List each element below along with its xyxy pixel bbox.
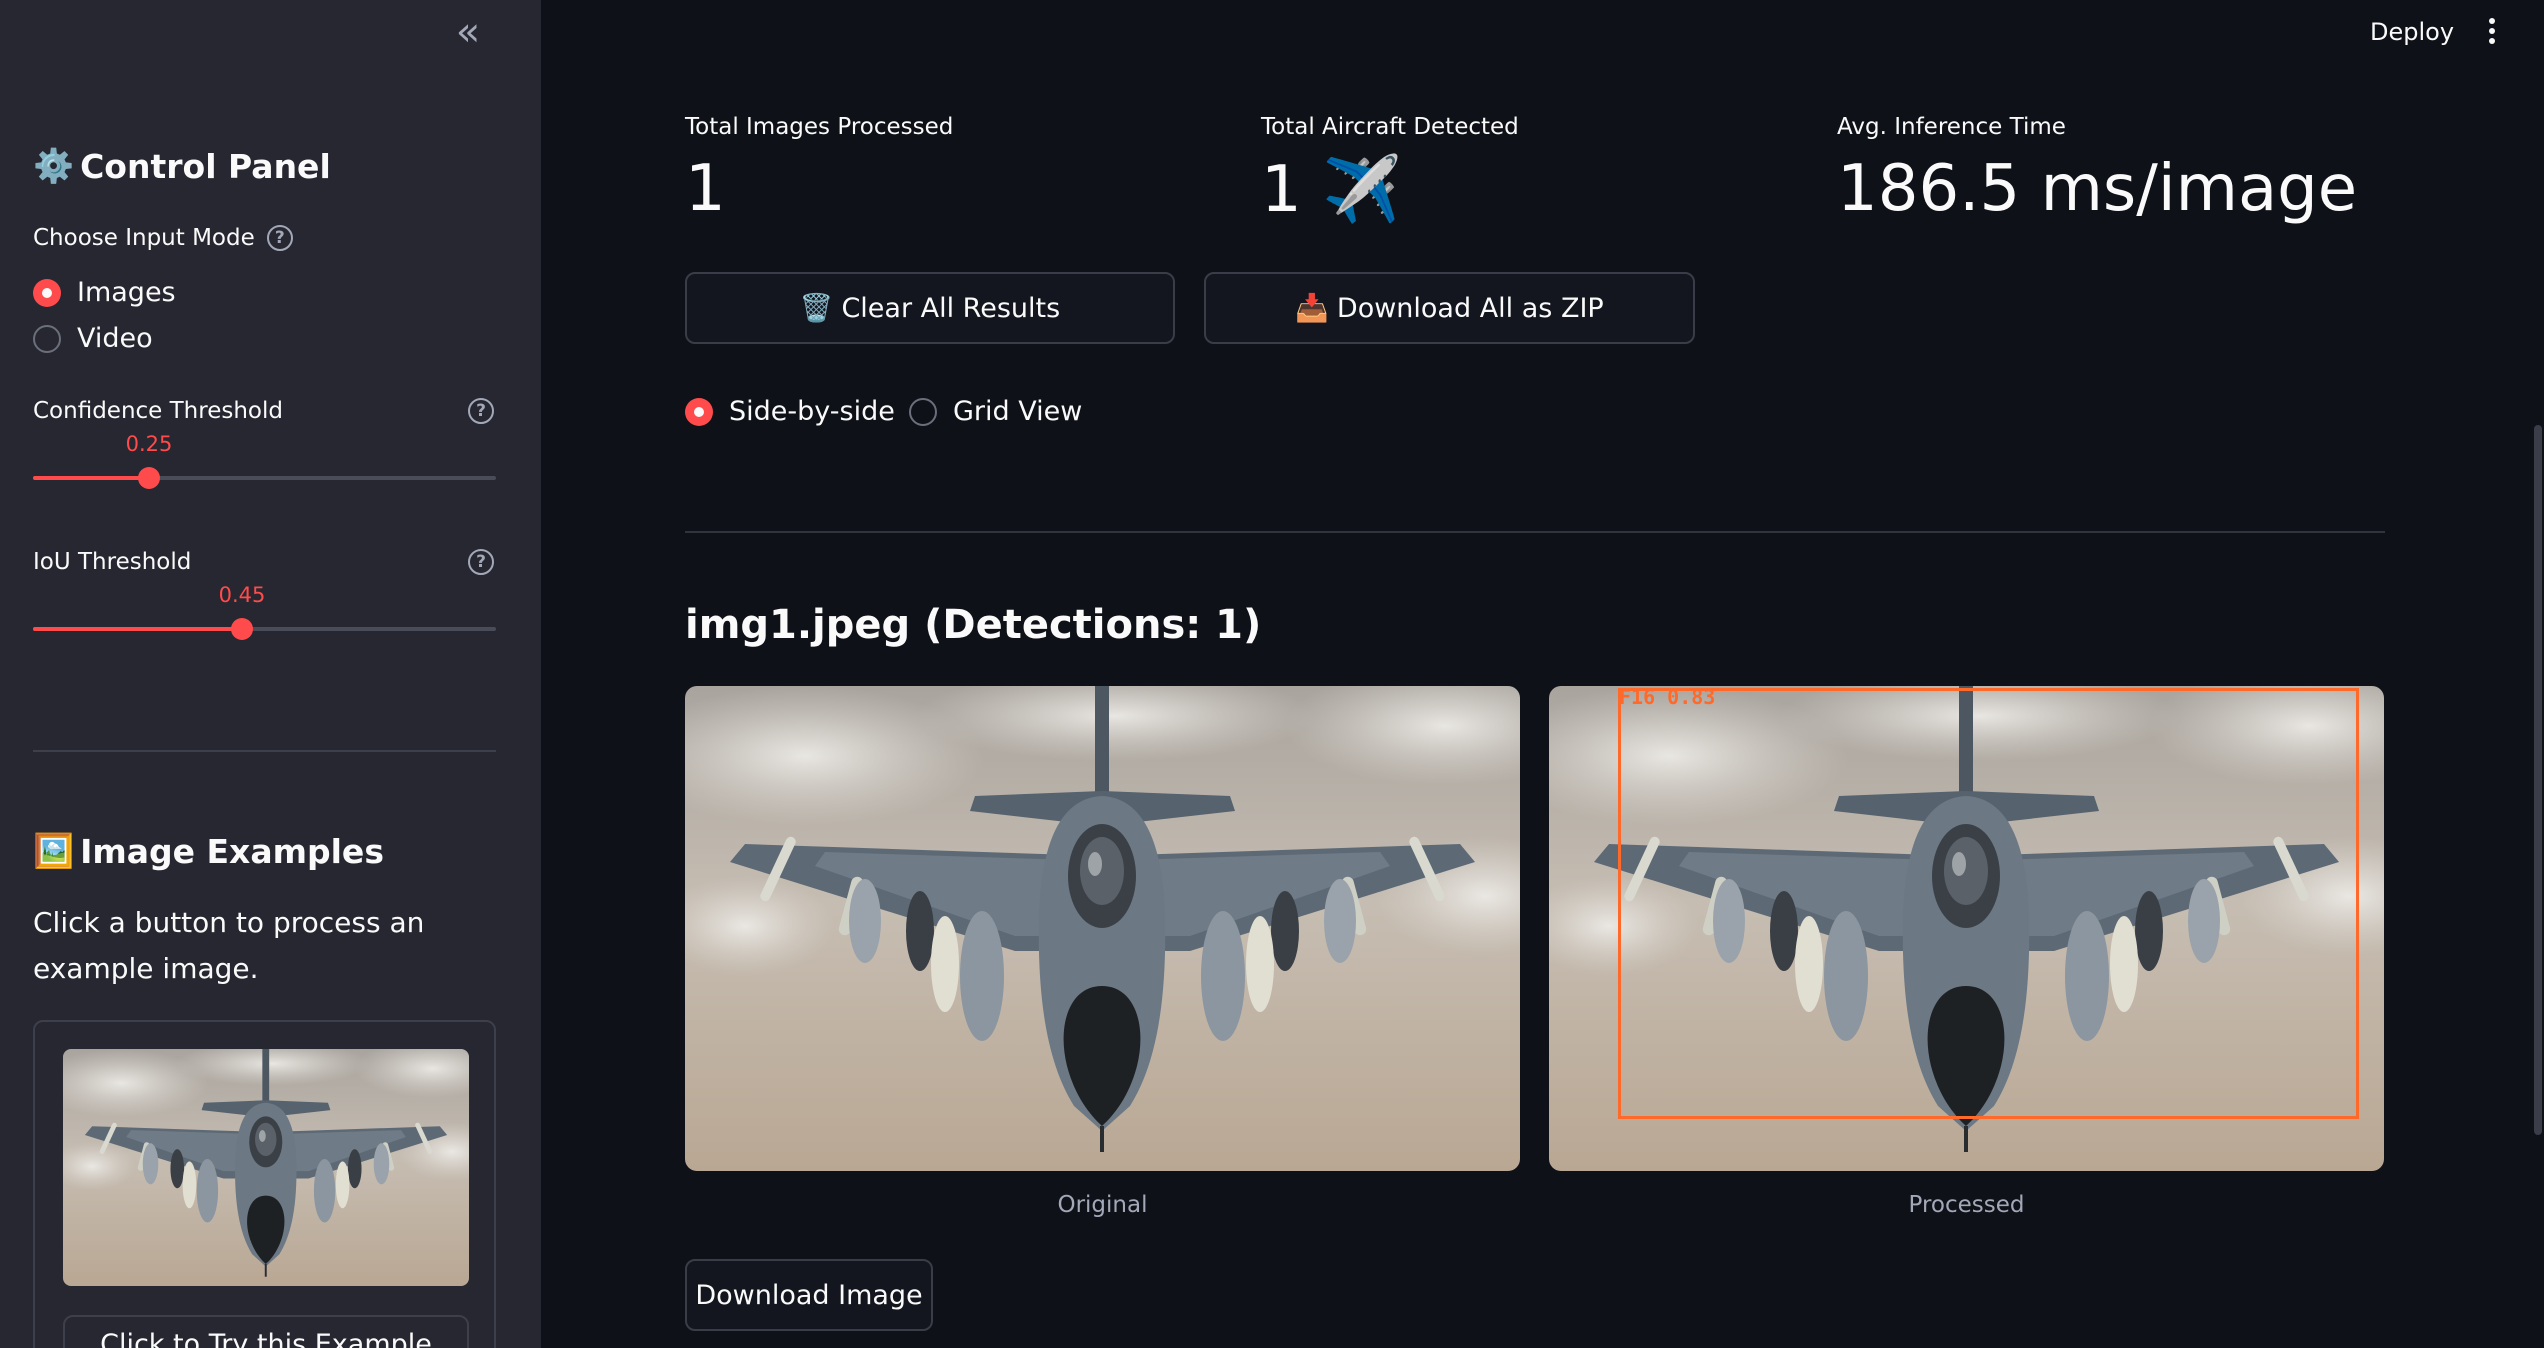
slider-thumb[interactable] <box>231 618 253 640</box>
radio-selected-icon[interactable] <box>685 397 713 426</box>
examples-description: Click a button to process an example ima… <box>33 906 425 985</box>
original-caption: Original <box>1057 1192 1148 1218</box>
detection-box <box>1618 688 2359 1119</box>
iou-label-row: IoU Threshold <box>33 549 191 575</box>
example-card: Click to Try this Example <box>33 1020 496 1348</box>
processed-image: F16 0.83 <box>1549 686 2384 1171</box>
section-divider <box>685 531 2385 533</box>
picture-icon: 🖼️ <box>33 831 75 870</box>
help-icon[interactable]: ? <box>266 225 293 251</box>
try-example-button[interactable]: Click to Try this Example <box>63 1315 469 1348</box>
button-label: Clear All Results <box>841 292 1061 324</box>
radio-images[interactable]: Images <box>33 277 176 308</box>
confidence-value: 0.25 <box>125 432 173 456</box>
gear-icon: ⚙️ <box>33 146 75 185</box>
main-menu-icon[interactable] <box>2482 14 2502 54</box>
metric-label: Total Images Processed <box>685 114 954 140</box>
deploy-button[interactable]: Deploy <box>2370 18 2454 46</box>
detection-label: F16 0.83 <box>1619 686 1716 709</box>
control-panel-heading: ⚙️ Control Panel <box>33 146 331 186</box>
slider-thumb[interactable] <box>138 467 160 489</box>
metric-value: 1 <box>685 152 726 226</box>
confidence-slider[interactable] <box>33 463 496 493</box>
radio-label: Images <box>77 277 176 308</box>
metric-label: Total Aircraft Detected <box>1261 114 1519 140</box>
help-icon[interactable]: ? <box>468 549 494 575</box>
metric-label: Avg. Inference Time <box>1837 114 2066 140</box>
slider-fill <box>33 627 242 631</box>
example-thumbnail <box>63 1049 469 1286</box>
radio-unselected-icon[interactable] <box>33 324 61 353</box>
iou-value: 0.45 <box>218 583 266 607</box>
confidence-label: Confidence Threshold <box>33 398 283 424</box>
image-examples-title: Image Examples <box>80 831 384 871</box>
radio-video[interactable]: Video <box>33 323 153 354</box>
control-panel-title: Control Panel <box>80 146 331 186</box>
input-mode-label: Choose Input Mode <box>33 225 255 251</box>
trash-icon: 🗑️ <box>799 293 834 324</box>
radio-label: Side-by-side <box>729 396 895 427</box>
download-image-button[interactable]: Download Image <box>685 1259 933 1331</box>
sidebar: « ⚙️ Control Panel Choose Input Mode ? I… <box>0 0 541 1348</box>
sidebar-divider <box>33 750 496 752</box>
radio-selected-icon[interactable] <box>33 278 61 307</box>
slider-fill <box>33 476 149 480</box>
processed-caption: Processed <box>1908 1192 2025 1218</box>
metric-value: 1 ✈️ <box>1261 153 1402 227</box>
iou-label: IoU Threshold <box>33 549 192 575</box>
button-label: Download All as ZIP <box>1336 292 1604 324</box>
help-icon[interactable]: ? <box>468 398 494 424</box>
radio-label: Grid View <box>953 396 1083 427</box>
main-scrollbar[interactable] <box>2534 425 2542 1135</box>
confidence-label-row: Confidence Threshold <box>33 398 283 424</box>
collapse-sidebar-icon[interactable]: « <box>448 12 488 54</box>
download-zip-button[interactable]: 📥 Download All as ZIP <box>1204 272 1695 344</box>
radio-unselected-icon[interactable] <box>909 397 937 426</box>
radio-side-by-side[interactable]: Side-by-side <box>685 396 895 427</box>
clear-all-results-button[interactable]: 🗑️ Clear All Results <box>685 272 1175 344</box>
inbox-tray-icon: 📥 <box>1295 293 1329 324</box>
radio-label: Video <box>77 323 153 354</box>
result-title: img1.jpeg (Detections: 1) <box>685 602 1262 648</box>
iou-slider[interactable] <box>33 614 496 644</box>
metric-value: 186.5 ms/image <box>1837 152 2358 226</box>
input-mode-label-row: Choose Input Mode ? <box>33 225 293 251</box>
radio-grid-view[interactable]: Grid View <box>909 396 1082 427</box>
original-image <box>685 686 1520 1171</box>
image-examples-heading: 🖼️ Image Examples <box>33 831 384 871</box>
